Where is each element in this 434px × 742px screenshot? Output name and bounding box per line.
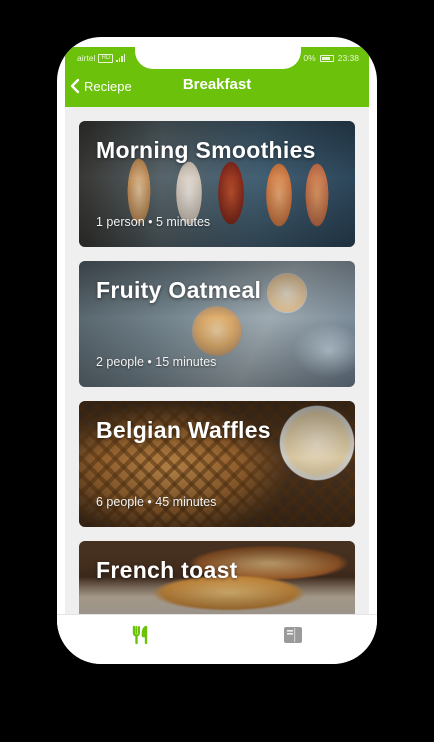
battery-icon: [319, 54, 334, 62]
recipe-card-morning-smoothies[interactable]: Morning Smoothies 1 person • 5 minutes: [79, 121, 355, 247]
recipe-meta: 6 people • 45 minutes: [96, 495, 217, 509]
camera-notch: [135, 47, 301, 69]
book-icon: [284, 627, 302, 643]
recipe-card-french-toast[interactable]: French toast: [79, 541, 355, 614]
status-bar-right: 0% 23:38: [303, 52, 359, 64]
phone-frame: airtel HD 0% 23:38 Reciepe Breakfast Mor…: [57, 37, 377, 664]
recipe-title: French toast: [96, 557, 238, 583]
carrier-name: airtel: [77, 53, 96, 63]
bottom-navigation: [57, 614, 377, 664]
signal-icon: [116, 54, 126, 62]
recipe-title: Morning Smoothies: [96, 137, 316, 163]
nav-book-tab[interactable]: [280, 624, 306, 646]
clock: 23:38: [337, 53, 359, 63]
nav-recipes-tab[interactable]: [128, 624, 154, 646]
app-bar: airtel HD 0% 23:38 Reciepe Breakfast: [65, 47, 369, 107]
hd-badge: HD: [98, 53, 114, 63]
recipe-card-belgian-waffles[interactable]: Belgian Waffles 6 people • 45 minutes: [79, 401, 355, 527]
status-bar-left: airtel HD: [77, 52, 126, 64]
app-screen: airtel HD 0% 23:38 Reciepe Breakfast Mor…: [65, 47, 369, 614]
recipe-meta: 2 people • 15 minutes: [96, 355, 217, 369]
page-title: Breakfast: [182, 76, 252, 93]
recipe-card-fruity-oatmeal[interactable]: Fruity Oatmeal 2 people • 15 minutes: [79, 261, 355, 387]
battery-percent: 0%: [303, 53, 316, 63]
fork-knife-icon: [132, 625, 148, 645]
recipe-title: Fruity Oatmeal: [96, 277, 262, 303]
recipe-meta: 1 person • 5 minutes: [96, 215, 211, 229]
recipe-title: Belgian Waffles: [96, 417, 271, 443]
